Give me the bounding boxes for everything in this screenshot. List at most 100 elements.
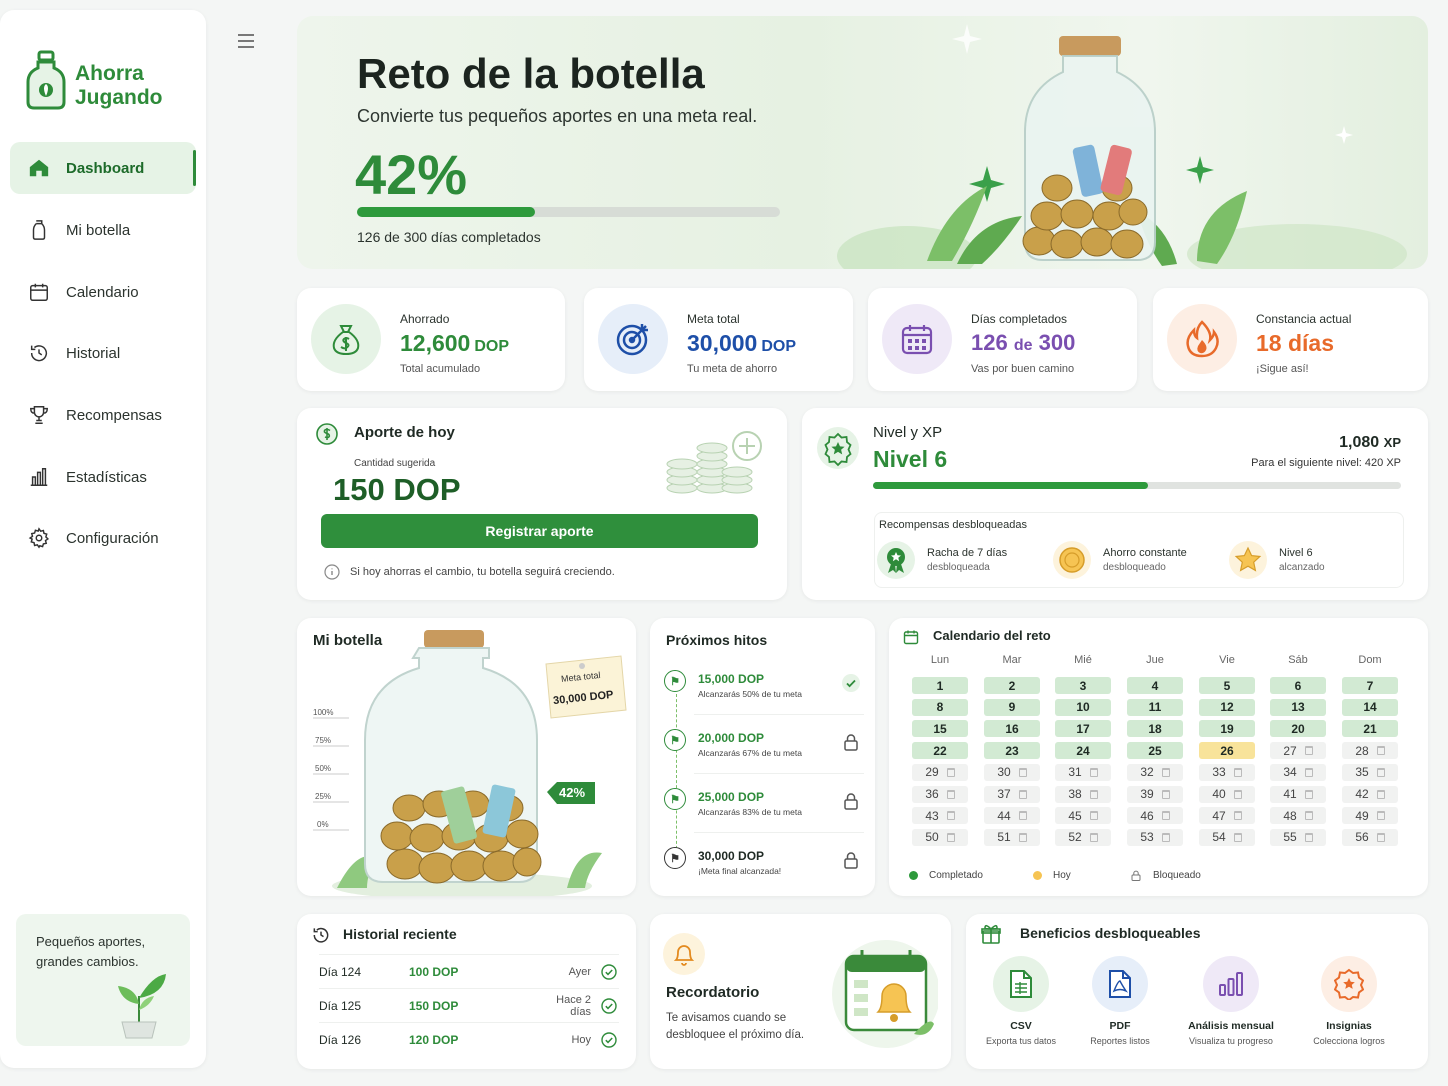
brand-name[interactable]: Ahorra Jugando [75, 62, 163, 110]
benefit-csv[interactable]: CSV Exporta tus datos [966, 956, 1076, 1046]
calendar-day-completed[interactable]: 22 [912, 742, 968, 760]
calendar-day-completed[interactable]: 9 [984, 698, 1040, 716]
menu-icon[interactable] [236, 32, 256, 50]
nav-recompensas[interactable]: Recompensas [10, 389, 196, 441]
calendar-title: Calendario del reto [933, 628, 1051, 643]
calendar-day-locked: 45 [1055, 807, 1111, 825]
calendar-day-completed[interactable]: 6 [1270, 677, 1326, 694]
stat-unit: DOP [474, 338, 510, 355]
stat-sub: Total acumulado [400, 363, 481, 375]
calendar-day-completed[interactable]: 13 [1270, 698, 1326, 716]
coin-icon [1053, 541, 1091, 579]
benefit-analisis[interactable]: Análisis mensual Visualiza tu progreso [1176, 956, 1286, 1046]
calendar-day-completed[interactable]: 24 [1055, 742, 1111, 760]
historial-row[interactable]: Día 126 120 DOP Hoy [319, 1022, 619, 1056]
calendar-day-locked: 48 [1270, 807, 1326, 825]
stat-connector: de [1013, 337, 1033, 354]
hito-item[interactable]: ⚑ 30,000 DOP ¡Meta final alcanzada! [664, 845, 864, 903]
divider [694, 773, 864, 774]
stat-card-dias: Días completados 126 de 300 Vas por buen… [868, 288, 1137, 391]
badge-icon [1321, 956, 1377, 1012]
calendar-day-completed[interactable]: 12 [1199, 698, 1255, 716]
stat-value: 126 de 300 [971, 330, 1075, 356]
hito-item[interactable]: ⚑ 15,000 DOP Alcanzarás 50% de tu meta [664, 668, 864, 726]
stat-card-ahorrado: Ahorrado 12,600 DOP Total acumulado [297, 288, 565, 391]
nivel-title: Nivel y XP [873, 424, 943, 441]
calendar-day-locked: 46 [1127, 807, 1183, 825]
calendar-day-completed[interactable]: 14 [1342, 698, 1398, 716]
bottle-card: Mi botella 100% 75% 50% 25% 0% Meta tota… [297, 618, 636, 896]
fill-percent-badge: 42% [559, 785, 586, 800]
calendar-day-completed[interactable]: 2 [984, 677, 1040, 694]
stat-value: 30,000 DOP [687, 330, 796, 357]
benefit-pdf[interactable]: PDF Reportes listos [1065, 956, 1175, 1046]
stat-number: 30,000 [687, 330, 758, 356]
csv-file-icon [993, 956, 1049, 1012]
lock-icon [844, 852, 858, 869]
xp-number: 1,080 [1339, 434, 1380, 451]
calendar-day-completed[interactable]: 23 [984, 742, 1040, 760]
row-day: Día 124 [319, 964, 362, 979]
calendar-day-completed[interactable]: 7 [1342, 677, 1398, 694]
calendar-day-completed[interactable]: 25 [1127, 742, 1183, 760]
day-of-week-header: Sáb [1288, 654, 1308, 666]
calendar-day-completed[interactable]: 17 [1055, 720, 1111, 738]
registrar-aporte-button[interactable]: Registrar aporte [321, 514, 758, 548]
benefit-title: Insignias [1326, 1020, 1372, 1032]
nav-calendario[interactable]: Calendario [10, 266, 196, 318]
calendar-day-completed[interactable]: 19 [1199, 720, 1255, 738]
calendar-day-completed[interactable]: 4 [1127, 677, 1183, 694]
calendar-day-completed[interactable]: 15 [912, 720, 968, 738]
recordatorio-card: Recordatorio Te avisamos cuando se desbl… [650, 914, 951, 1069]
hitos-card: Próximos hitos ⚑ 15,000 DOP Alcanzarás 5… [650, 618, 875, 896]
hito-item[interactable]: ⚑ 25,000 DOP Alcanzarás 83% de tu meta [664, 786, 864, 844]
calendar-day-completed[interactable]: 10 [1055, 698, 1111, 716]
calendar-day-locked: 37 [984, 785, 1040, 803]
lock-icon [844, 734, 858, 751]
historial-card: Historial reciente Día 124 100 DOP Ayer … [297, 914, 636, 1069]
calendar-icon [30, 283, 48, 301]
nav-label: Configuración [66, 529, 159, 547]
calendar-day-completed[interactable]: 8 [912, 698, 968, 716]
nivel-xp: 1,080 XP [1339, 434, 1401, 452]
reward-item[interactable]: Nivel 6 alcanzado [1229, 541, 1325, 579]
medal-icon [877, 541, 915, 579]
hito-sub: Alcanzarás 67% de tu meta [698, 748, 802, 758]
historial-row[interactable]: Día 124 100 DOP Ayer [319, 954, 619, 988]
stat-value: 18 días [1256, 330, 1334, 356]
calendar-day-completed[interactable]: 18 [1127, 720, 1183, 738]
nav-historial[interactable]: Historial [10, 327, 196, 379]
calendar-day-locked: 40 [1199, 785, 1255, 803]
aporte-hint: Si hoy ahorras el cambio, tu botella seg… [350, 566, 615, 578]
calendar-day-locked: 56 [1342, 828, 1398, 846]
nav-estadisticas[interactable]: Estadísticas [10, 451, 196, 503]
nav-dashboard[interactable]: Dashboard [10, 142, 196, 194]
stat-sub: Vas por buen camino [971, 363, 1075, 375]
check-circle-icon [601, 997, 617, 1014]
calendar-day-completed[interactable]: 11 [1127, 698, 1183, 716]
historial-row[interactable]: Día 125 150 DOP Hace 2 días [319, 988, 619, 1022]
reward-item[interactable]: Racha de 7 días desbloqueada [877, 541, 1007, 579]
nav-configuracion[interactable]: Configuración [10, 512, 196, 564]
lock-icon [1131, 870, 1141, 881]
benefit-title: PDF [1109, 1020, 1131, 1032]
calendar-day-today[interactable]: 26 [1199, 742, 1255, 760]
calendar-day-completed[interactable]: 20 [1270, 720, 1326, 738]
hito-item[interactable]: ⚑ 20,000 DOP Alcanzarás 67% de tu meta [664, 727, 864, 785]
calendar-icon [903, 630, 919, 645]
calendar-day-completed[interactable]: 21 [1342, 720, 1398, 738]
stat-label: Meta total [687, 312, 740, 326]
calendar-day-locked: 36 [912, 785, 968, 803]
calendar-day-locked: 39 [1127, 785, 1183, 803]
calendar-card: Calendario del reto Lun Mar Mié Jue Vie Sáb Do… [889, 618, 1428, 896]
benefit-insignias[interactable]: Insignias Colecciona logros [1294, 956, 1404, 1046]
calendar-day-completed[interactable]: 16 [984, 720, 1040, 738]
reward-item[interactable]: Ahorro constante desbloqueado [1053, 541, 1187, 579]
nivel-card: Nivel y XP Nivel 6 1,080 XP Para el sigu… [802, 408, 1428, 600]
nav-mi-botella[interactable]: Mi botella [10, 204, 196, 256]
calendar-day-completed[interactable]: 3 [1055, 677, 1111, 694]
money-bag-icon [311, 304, 381, 374]
row-when: Hoy [571, 1033, 591, 1046]
calendar-day-completed[interactable]: 1 [912, 677, 968, 694]
calendar-day-completed[interactable]: 5 [1199, 677, 1255, 694]
